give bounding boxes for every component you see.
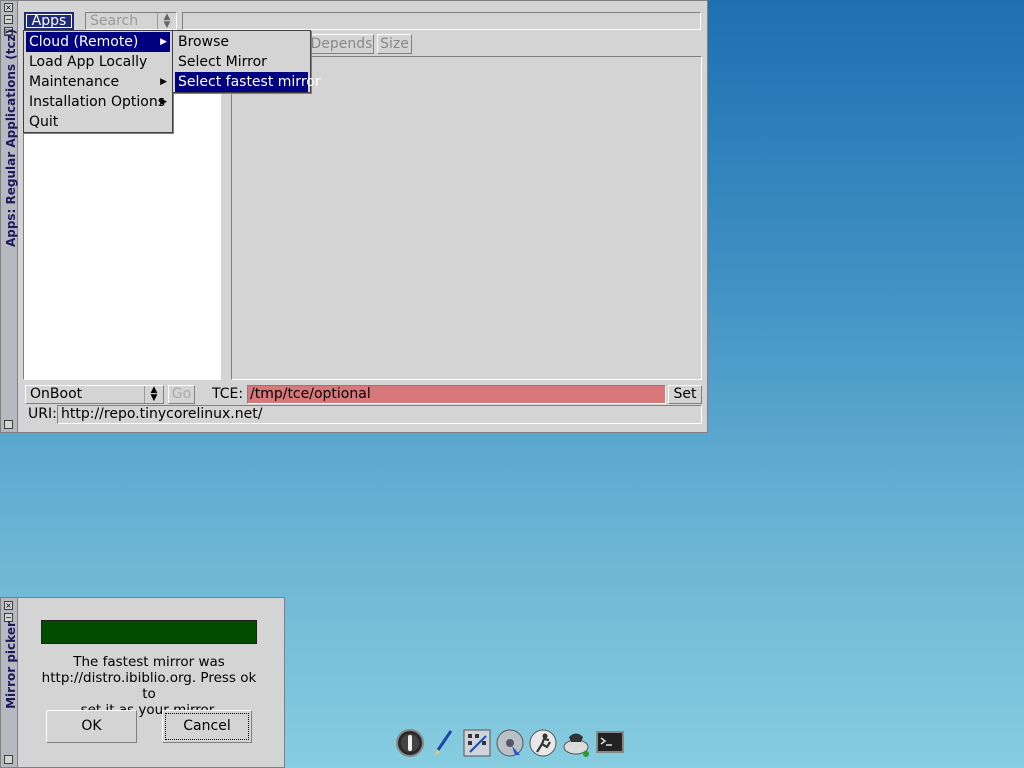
onboot-value: OnBoot xyxy=(30,386,83,402)
tab-depends[interactable]: Depends xyxy=(309,34,374,54)
spin-arrows-icon: ▲ ▼ xyxy=(157,13,176,30)
message-line: http://distro.ibiblio.org. Press ok to xyxy=(41,670,257,702)
menu-item-select-mirror[interactable]: Select Mirror xyxy=(175,52,308,72)
submenu-arrow-icon: ▶ xyxy=(160,37,167,47)
power-icon[interactable] xyxy=(395,728,425,758)
menu-item-installation-options[interactable]: Installation Options ▶ xyxy=(26,92,170,112)
window-title: Mirror picker xyxy=(4,621,18,709)
control-panel-icon[interactable] xyxy=(462,728,492,758)
apps-dropdown-menu: Cloud (Remote) ▶ Load App Locally Mainte… xyxy=(23,30,173,133)
mirror-picker-window: × − Mirror picker The fastest mirror was… xyxy=(0,597,285,768)
cancel-button[interactable]: Cancel xyxy=(162,710,252,743)
mirror-picker-titlebar[interactable]: × − Mirror picker xyxy=(1,598,18,767)
menu-item-label: Quit xyxy=(29,114,59,130)
menu-item-cloud-remote[interactable]: Cloud (Remote) ▶ xyxy=(26,32,170,52)
dock xyxy=(393,724,631,764)
apps-titlebar[interactable]: × − □ Apps: Regular Applications (tcz) xyxy=(1,1,18,432)
terminal-icon[interactable] xyxy=(595,728,625,758)
cloud-submenu: Browse Select Mirror Select fastest mirr… xyxy=(172,30,321,93)
mirror-message: The fastest mirror was http://distro.ibi… xyxy=(35,654,263,718)
menu-item-label: Installation Options xyxy=(29,94,166,110)
mount-tool-icon[interactable] xyxy=(495,728,525,758)
menu-item-label: Load App Locally xyxy=(29,54,148,70)
resize-icon[interactable] xyxy=(4,755,13,764)
set-button[interactable]: Set xyxy=(668,385,702,404)
window-title: Apps: Regular Applications (tcz) xyxy=(4,28,18,248)
menu-item-load-app-locally[interactable]: Load App Locally xyxy=(26,52,170,72)
submenu-arrow-icon: ▶ xyxy=(160,97,167,107)
tce-label: TCE: xyxy=(212,386,244,402)
progress-bar xyxy=(41,620,257,644)
uri-label: URI: xyxy=(28,406,57,422)
menu-item-label: Maintenance xyxy=(29,74,120,90)
info-panel xyxy=(231,56,702,380)
tce-field[interactable]: /tmp/tce/optional xyxy=(247,385,666,404)
go-button[interactable]: Go xyxy=(168,385,195,404)
onboot-select[interactable]: OnBoot ▲ ▼ xyxy=(25,385,164,404)
tab-size[interactable]: Size xyxy=(377,34,412,54)
apps-install-icon[interactable] xyxy=(561,728,591,758)
search-dropdown[interactable]: Search ▲ ▼ xyxy=(85,12,177,30)
uri-field[interactable]: http://repo.tinycorelinux.net/ xyxy=(57,405,702,424)
run-app-icon[interactable] xyxy=(528,728,558,758)
menu-item-browse[interactable]: Browse xyxy=(175,32,308,52)
message-line: The fastest mirror was xyxy=(73,654,225,670)
menu-item-quit[interactable]: Quit xyxy=(26,112,170,132)
close-icon[interactable]: × xyxy=(4,601,13,610)
search-placeholder: Search xyxy=(90,13,139,29)
spin-arrows-icon: ▲ ▼ xyxy=(144,386,163,403)
close-icon[interactable]: × xyxy=(4,3,13,12)
search-input[interactable] xyxy=(182,12,701,30)
resize-icon[interactable] xyxy=(4,420,13,429)
menu-item-select-fastest-mirror[interactable]: Select fastest mirror xyxy=(175,72,321,92)
ok-button[interactable]: OK xyxy=(46,710,137,743)
menu-item-label: Cloud (Remote) xyxy=(29,34,139,50)
apps-menu-button[interactable]: Apps xyxy=(24,12,74,30)
menu-item-maintenance[interactable]: Maintenance ▶ xyxy=(26,72,170,92)
submenu-arrow-icon: ▶ xyxy=(160,77,167,87)
paint-brush-icon[interactable] xyxy=(429,728,459,758)
